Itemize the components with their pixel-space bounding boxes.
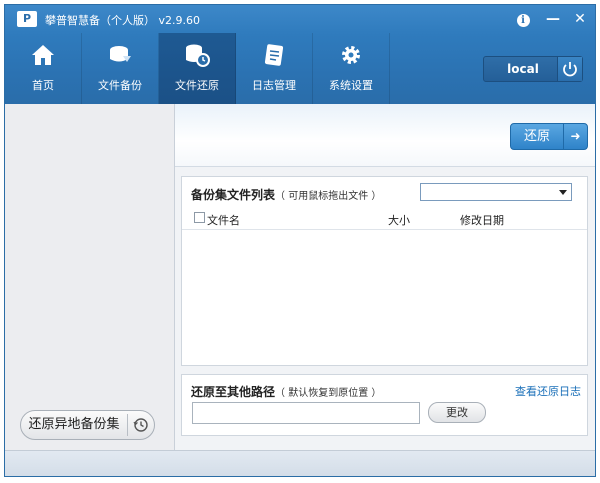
file-restore-icon [186, 44, 210, 67]
nav-item-file-restore[interactable]: 文件还原 [159, 33, 236, 104]
backup-set-select[interactable] [420, 183, 572, 201]
nav-label: 文件备份 [98, 79, 142, 92]
change-path-button[interactable]: 更改 [428, 402, 486, 423]
file-list-hint: （ 可用鼠标拖出文件 ） [275, 191, 382, 202]
chevron-down-icon [559, 190, 567, 195]
nav-item-home[interactable]: 首页 [5, 33, 82, 104]
app-window: P 攀普智慧备（个人版） v2.9.60 i — ✕ 首页 文件备份 文件还原 … [4, 4, 596, 477]
file-table-header: 文件名 大小 修改日期 [182, 209, 587, 230]
backup-file-list-panel: 备份集文件列表（ 可用鼠标拖出文件 ） 文件名 大小 修改日期 [181, 176, 588, 366]
nav-label: 首页 [32, 79, 54, 92]
home-icon [32, 45, 54, 65]
history-icon[interactable] [133, 417, 149, 433]
restore-remote-backup-label: 还原异地备份集 [28, 417, 120, 432]
view-restore-log-link[interactable]: 查看还原日志 [515, 383, 581, 399]
restore-path-panel: 还原至其他路径（ 默认恢复到原位置 ） 查看还原日志 更改 [181, 374, 588, 436]
restore-path-title-text: 还原至其他路径 [191, 385, 276, 399]
file-list-title: 备份集文件列表（ 可用鼠标拖出文件 ） [191, 186, 381, 203]
connection-label: local [507, 62, 539, 76]
header-band: P 攀普智慧备（个人版） v2.9.60 i — ✕ 首页 文件备份 文件还原 … [5, 5, 595, 104]
info-icon: i [516, 14, 530, 27]
power-button[interactable] [557, 57, 582, 81]
button-divider [127, 414, 128, 436]
close-button[interactable]: ✕ [567, 8, 593, 30]
nav-label: 文件还原 [175, 79, 219, 92]
nav-item-settings[interactable]: 系统设置 [313, 33, 390, 104]
restore-panel: 还原 ➜ 备份集文件列表（ 可用鼠标拖出文件 ） 文件名 大小 修改日期 还原至… [175, 104, 595, 450]
app-title: 攀普智慧备（个人版） v2.9.60 [45, 14, 200, 27]
left-panel: 还原异地备份集 [5, 104, 175, 450]
restore-header: 还原 ➜ [175, 104, 595, 167]
file-backup-icon [110, 46, 131, 62]
column-header-modified[interactable]: 修改日期 [460, 212, 504, 228]
log-icon [264, 44, 284, 66]
nav-label: 系统设置 [329, 79, 373, 92]
status-bar [5, 450, 595, 476]
arrow-right-icon: ➜ [570, 129, 581, 143]
nav-item-log[interactable]: 日志管理 [236, 33, 313, 104]
minimize-button[interactable]: — [540, 8, 566, 30]
main-toolbar: 首页 文件备份 文件还原 日志管理 系统设置 local [5, 33, 595, 104]
info-button[interactable]: i [510, 8, 536, 30]
app-logo: P [17, 11, 37, 27]
file-list-title-text: 备份集文件列表 [191, 188, 276, 202]
restore-path-hint: （ 默认恢复到原位置 ） [275, 388, 382, 399]
connection-indicator: local [483, 56, 583, 82]
restore-button-label: 还原 [523, 129, 550, 144]
nav-item-file-backup[interactable]: 文件备份 [82, 33, 159, 104]
restore-path-title: 还原至其他路径（ 默认恢复到原位置 ） [191, 383, 381, 400]
select-all-checkbox[interactable] [194, 212, 205, 223]
restore-button[interactable]: 还原 ➜ [510, 123, 588, 150]
restore-path-input[interactable] [192, 402, 420, 424]
title-bar: P 攀普智慧备（个人版） v2.9.60 i — ✕ [5, 5, 595, 33]
power-icon [563, 62, 577, 77]
column-header-size[interactable]: 大小 [388, 212, 410, 228]
restore-remote-backup-button[interactable]: 还原异地备份集 [20, 410, 155, 440]
nav-label: 日志管理 [252, 79, 296, 92]
gear-icon [342, 46, 360, 64]
column-header-name[interactable]: 文件名 [207, 212, 240, 228]
file-table-body[interactable] [182, 230, 587, 365]
